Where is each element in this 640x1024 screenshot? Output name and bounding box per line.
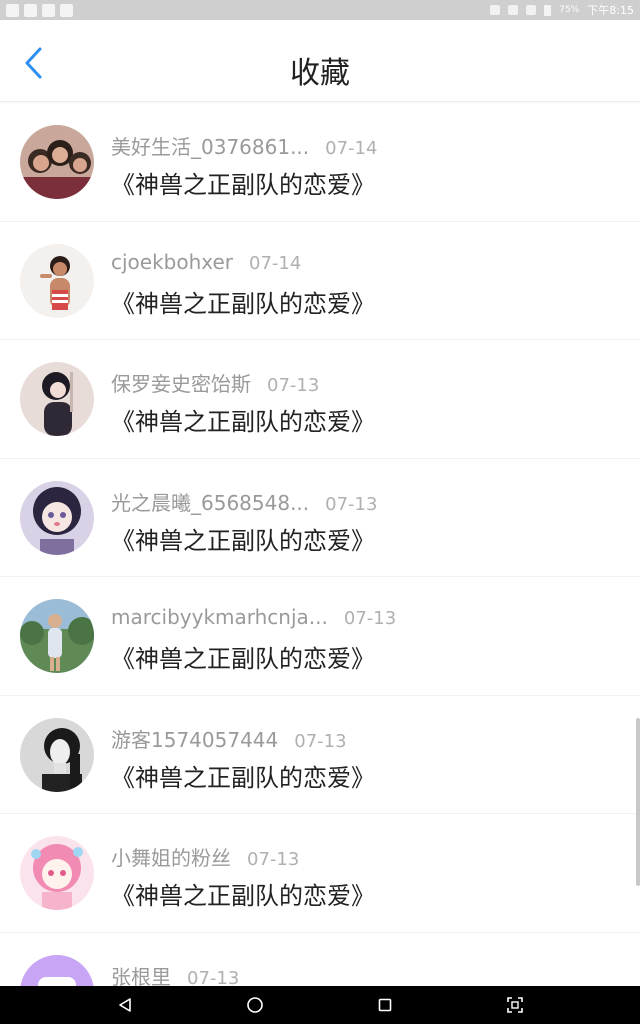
app-notification-icon xyxy=(60,3,73,17)
notification-icons xyxy=(6,3,73,17)
status-bar: 75% 下午8:15 xyxy=(0,0,640,20)
avatar[interactable] xyxy=(20,717,94,792)
item-meta: 保罗妾史密饴斯 07-13 xyxy=(111,368,319,397)
post-title[interactable]: 《神兽之正副队的恋爱》 xyxy=(111,521,375,556)
post-title[interactable]: 《神兽之正副队的恋爱》 xyxy=(111,639,375,674)
user-name[interactable]: 游客1574057444 xyxy=(111,724,278,753)
circle-home-icon xyxy=(247,997,263,1013)
user-name[interactable]: 保罗妾史密饴斯 xyxy=(111,368,251,397)
post-date: 07-13 xyxy=(247,849,300,870)
avatar[interactable] xyxy=(20,125,94,199)
favorites-list[interactable]: 美好生活_0376861... 07-14 《神兽之正副队的恋爱》 cjoekb… xyxy=(0,103,640,986)
image-notification-icon xyxy=(6,3,19,17)
list-item[interactable]: marcibyykmarhcnja... 07-13 《神兽之正副队的恋爱》 xyxy=(0,577,640,696)
nav-screenshot-button[interactable] xyxy=(495,986,535,1024)
item-meta: 张根里 07-13 xyxy=(111,961,239,987)
post-date: 07-13 xyxy=(187,967,240,987)
user-avatar-image xyxy=(20,362,94,436)
vibrate-icon xyxy=(490,5,501,15)
nav-recents-button[interactable] xyxy=(365,986,405,1024)
item-meta: 光之晨曦_6568548... 07-13 xyxy=(111,487,377,516)
post-date: 07-13 xyxy=(325,493,378,515)
list-item[interactable]: 张根里 07-13 xyxy=(0,933,640,987)
avatar[interactable] xyxy=(20,243,94,318)
list-item[interactable]: 美好生活_0376861... 07-14 《神兽之正副队的恋爱》 xyxy=(0,103,640,222)
post-title[interactable]: 《神兽之正副队的恋爱》 xyxy=(111,165,375,200)
user-avatar-image xyxy=(20,836,94,910)
avatar[interactable] xyxy=(20,480,94,555)
user-avatar-image xyxy=(20,599,94,673)
post-date: 07-14 xyxy=(325,138,378,159)
item-meta: 游客1574057444 07-13 xyxy=(111,724,347,753)
list-item[interactable]: 小舞姐的粉丝 07-13 《神兽之正副队的恋爱》 xyxy=(0,814,640,933)
post-title[interactable]: 《神兽之正副队的恋爱》 xyxy=(111,758,375,793)
item-meta: marcibyykmarhcnja... 07-13 xyxy=(111,605,396,629)
user-name[interactable]: 小舞姐的粉丝 xyxy=(111,842,231,871)
item-meta: cjoekbohxer 07-14 xyxy=(111,250,301,274)
battery-percent: 75% xyxy=(559,5,580,15)
app-notification-icon xyxy=(42,3,55,17)
user-avatar-image xyxy=(20,717,94,792)
page-title: 收藏 xyxy=(290,56,350,91)
post-date: 07-13 xyxy=(343,608,397,629)
list-item[interactable]: 游客1574057444 07-13 《神兽之正副队的恋爱》 xyxy=(0,696,640,814)
no-sim-icon xyxy=(526,5,537,15)
navigation-bar xyxy=(0,986,640,1024)
app-header: 收藏 xyxy=(0,20,640,102)
scrollbar[interactable] xyxy=(636,718,640,886)
post-title[interactable]: 《神兽之正副队的恋爱》 xyxy=(111,284,375,319)
avatar[interactable] xyxy=(20,599,94,673)
avatar[interactable] xyxy=(20,954,94,986)
post-date: 07-13 xyxy=(267,375,320,396)
square-recents-icon xyxy=(378,998,392,1012)
user-name[interactable]: 张根里 xyxy=(111,961,171,987)
clock: 下午8:15 xyxy=(587,4,634,17)
post-date: 07-13 xyxy=(294,730,347,752)
item-meta: 小舞姐的粉丝 07-13 xyxy=(111,842,299,871)
post-title[interactable]: 《神兽之正副队的恋爱》 xyxy=(111,876,375,911)
item-meta: 美好生活_0376861... 07-14 xyxy=(111,131,377,160)
user-name[interactable]: marcibyykmarhcnja... xyxy=(111,605,328,629)
list-item[interactable]: cjoekbohxer 07-14 《神兽之正副队的恋爱》 xyxy=(0,222,640,340)
user-avatar-image xyxy=(20,125,94,199)
wifi-icon xyxy=(508,5,519,15)
post-title[interactable]: 《神兽之正副队的恋爱》 xyxy=(111,402,375,437)
nav-back-button[interactable] xyxy=(105,986,145,1024)
user-name[interactable]: 美好生活_0376861... xyxy=(111,131,309,160)
triangle-back-icon xyxy=(119,998,131,1012)
post-date: 07-14 xyxy=(249,252,302,274)
avatar[interactable] xyxy=(20,362,94,436)
nav-home-button[interactable] xyxy=(235,986,275,1024)
system-status: 75% 下午8:15 xyxy=(490,2,634,18)
user-avatar-image xyxy=(20,954,94,986)
user-name[interactable]: 光之晨曦_6568548... xyxy=(111,487,309,516)
screenshot-icon xyxy=(507,997,523,1013)
list-item[interactable]: 光之晨曦_6568548... 07-13 《神兽之正副队的恋爱》 xyxy=(0,459,640,577)
user-avatar-image xyxy=(20,480,94,555)
list-item[interactable]: 保罗妾史密饴斯 07-13 《神兽之正副队的恋爱》 xyxy=(0,340,640,459)
battery-icon xyxy=(544,4,552,16)
avatar[interactable] xyxy=(20,836,94,910)
app-notification-icon xyxy=(24,3,37,17)
user-avatar-image xyxy=(20,243,94,318)
user-name[interactable]: cjoekbohxer xyxy=(111,250,233,274)
